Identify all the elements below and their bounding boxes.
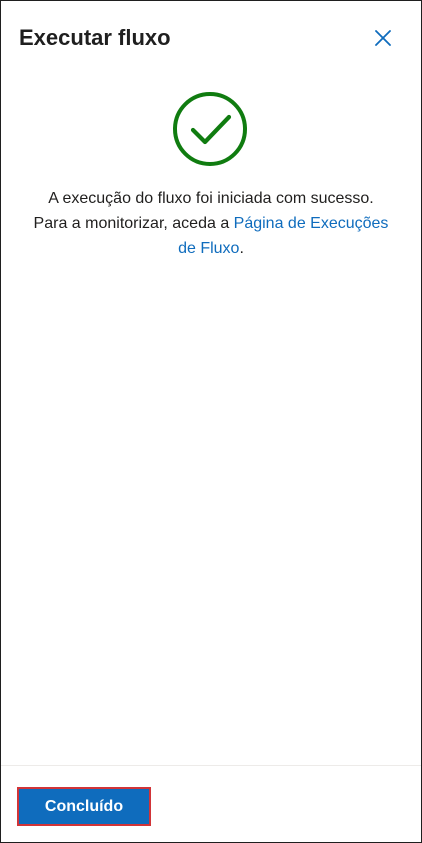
message-suffix: . <box>239 240 244 257</box>
run-flow-panel: Executar fluxo A execução do fluxo foi i… <box>0 0 422 843</box>
checkmark-circle-icon <box>171 90 249 168</box>
close-button[interactable] <box>369 25 397 53</box>
success-message-line-1: A execução do fluxo foi iniciada com suc… <box>48 190 374 207</box>
success-message: A execução do fluxo foi iniciada com suc… <box>23 186 399 261</box>
monitor-instruction: Para a monitorizar, aceda a <box>33 215 234 232</box>
panel-title: Executar fluxo <box>19 25 171 50</box>
close-icon <box>374 29 392 50</box>
panel-header: Executar fluxo <box>1 1 421 77</box>
footer-divider <box>1 765 421 766</box>
done-button[interactable]: Concluído <box>17 787 151 826</box>
